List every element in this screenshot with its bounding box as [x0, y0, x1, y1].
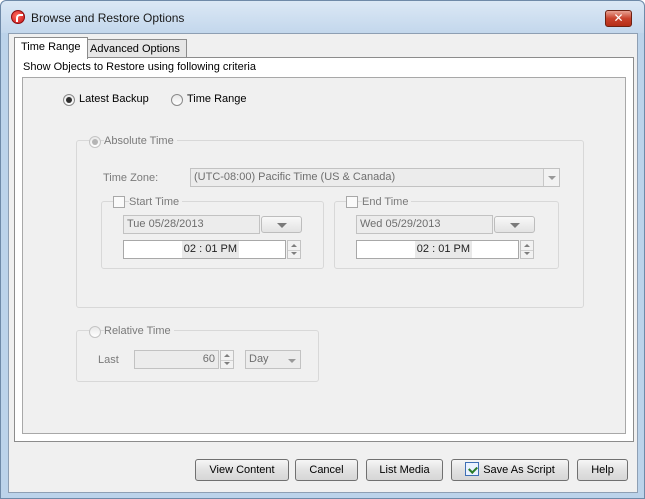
- tab-advanced-options[interactable]: Advanced Options: [83, 39, 187, 59]
- absolute-time-label: Absolute Time: [104, 135, 177, 147]
- start-time-spinner[interactable]: [287, 240, 301, 259]
- latest-backup-label: Latest Backup: [79, 93, 149, 105]
- timezone-value: (UTC-08:00) Pacific Time (US & Canada): [194, 171, 396, 183]
- spin-up-icon[interactable]: [291, 244, 297, 247]
- chevron-down-icon: [276, 222, 287, 228]
- time-range-radio[interactable]: [171, 94, 183, 106]
- start-time-label: Start Time: [129, 196, 183, 208]
- latest-backup-radio[interactable]: [63, 94, 75, 106]
- spin-down-icon[interactable]: [524, 252, 530, 255]
- close-button[interactable]: ✕: [605, 10, 632, 27]
- start-time-value: 02 : 01 PM: [181, 241, 239, 258]
- dialog-window: Browse and Restore Options ✕ Time Range …: [0, 0, 645, 499]
- absolute-time-radio[interactable]: [89, 136, 101, 148]
- start-time-checkbox[interactable]: [113, 196, 125, 208]
- list-media-button[interactable]: List Media: [366, 459, 443, 481]
- save-script-icon: [465, 462, 480, 476]
- cancel-button[interactable]: Cancel: [295, 459, 358, 481]
- spin-down-icon[interactable]: [224, 362, 230, 365]
- title-bar: Browse and Restore Options ✕: [1, 1, 644, 33]
- end-time-spinner[interactable]: [520, 240, 534, 259]
- relative-unit-value: Day: [249, 353, 269, 365]
- spin-up-icon[interactable]: [224, 354, 230, 357]
- end-time-value: 02 : 01 PM: [414, 241, 472, 258]
- end-date-field[interactable]: Wed 05/29/2013: [356, 215, 493, 234]
- end-time-label: End Time: [362, 196, 412, 208]
- timezone-dropdown-arrow[interactable]: [543, 169, 559, 186]
- view-content-button[interactable]: View Content: [195, 459, 289, 481]
- relative-time-label: Relative Time: [104, 325, 174, 337]
- timezone-select[interactable]: (UTC-08:00) Pacific Time (US & Canada): [190, 168, 560, 187]
- relative-unit-select[interactable]: Day: [245, 350, 301, 369]
- spin-up-icon[interactable]: [524, 244, 530, 247]
- save-as-script-button[interactable]: Save As Script: [451, 459, 569, 481]
- end-time-field[interactable]: 02 : 01 PM: [356, 240, 519, 259]
- relative-value-field[interactable]: 60: [134, 350, 219, 369]
- end-time-checkbox[interactable]: [346, 196, 358, 208]
- chevron-down-icon: [547, 175, 556, 180]
- relative-time-radio[interactable]: [89, 326, 101, 338]
- tab-time-range[interactable]: Time Range: [14, 37, 88, 59]
- time-range-label: Time Range: [187, 93, 247, 105]
- criteria-label: Show Objects to Restore using following …: [23, 61, 256, 73]
- help-button[interactable]: Help: [577, 459, 628, 481]
- start-time-field[interactable]: 02 : 01 PM: [123, 240, 286, 259]
- spin-down-icon[interactable]: [291, 252, 297, 255]
- end-date-dropdown-button[interactable]: [494, 216, 535, 233]
- dialog-client: Time Range Advanced Options Show Objects…: [8, 33, 638, 493]
- save-as-script-label: Save As Script: [483, 464, 555, 476]
- last-label: Last: [98, 354, 119, 366]
- timezone-label: Time Zone:: [103, 172, 159, 184]
- chevron-down-icon: [288, 359, 296, 363]
- window-title: Browse and Restore Options: [31, 11, 185, 25]
- start-date-field[interactable]: Tue 05/28/2013: [123, 215, 260, 234]
- app-icon: [11, 10, 25, 24]
- start-date-dropdown-button[interactable]: [261, 216, 302, 233]
- chevron-down-icon: [509, 222, 520, 228]
- criteria-frame: Latest Backup Time Range Absolute Time T…: [22, 77, 626, 434]
- relative-value-spinner[interactable]: [220, 350, 234, 369]
